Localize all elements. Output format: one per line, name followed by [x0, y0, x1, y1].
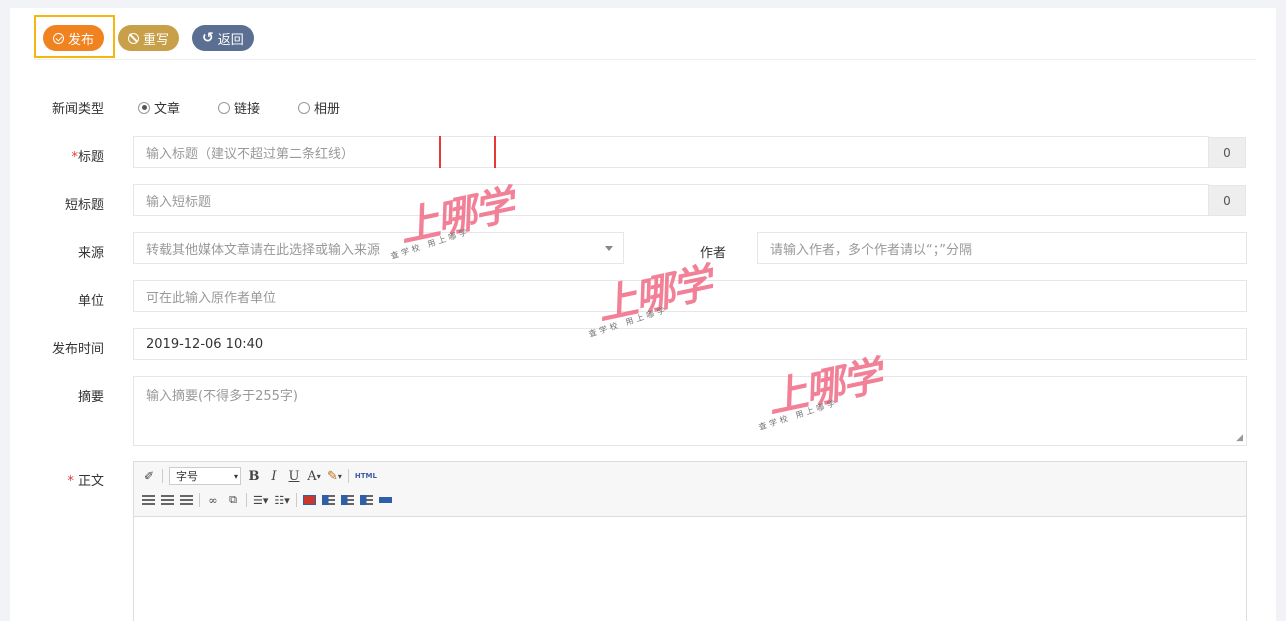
unlink-icon[interactable]: ⧉ — [226, 492, 240, 508]
font-size-select-label: 字号 — [176, 470, 198, 483]
undo-icon: ↺ — [202, 30, 214, 46]
radio-article[interactable]: 文章 — [138, 98, 180, 117]
publish-time-input[interactable]: 2019-12-06 10:40 — [133, 328, 1247, 360]
image-block-icon[interactable] — [378, 497, 392, 503]
short-title-input[interactable]: 输入短标题 — [133, 184, 1209, 216]
radio-link-label: 链接 — [234, 102, 261, 117]
chevron-down-icon — [605, 246, 613, 251]
source-placeholder: 转载其他媒体文章请在此选择或输入来源 — [146, 242, 381, 258]
underline-button[interactable]: U — [287, 468, 301, 484]
publish-time-label: 发布时间 — [51, 342, 104, 357]
source-select[interactable]: 转载其他媒体文章请在此选择或输入来源 — [133, 232, 624, 264]
unit-label: 单位 — [77, 294, 104, 309]
divider — [162, 469, 163, 483]
align-right-icon[interactable] — [180, 495, 193, 505]
eraser-icon[interactable]: ✐ — [142, 468, 156, 484]
image-center-icon[interactable] — [359, 495, 373, 505]
source-label: 来源 — [77, 246, 104, 261]
unordered-list-icon[interactable]: ☷▾ — [274, 492, 289, 508]
radio-unchecked-icon — [218, 101, 231, 114]
reset-button[interactable]: 重写 — [118, 25, 180, 51]
summary-label: 摘要 — [77, 390, 104, 405]
check-circle-icon — [53, 32, 64, 44]
editor-toolbar-row-1: ✐ 字号 ▾ B I U A ▾ ✎ ▾ HTML — [142, 467, 377, 485]
title-input-placeholder: 输入标题（建议不超过第二条红线） — [146, 146, 355, 162]
author-placeholder: 请输入作者，多个作者请以“；”分隔 — [770, 242, 972, 258]
publish-time-value: 2019-12-06 10:40 — [146, 336, 264, 352]
back-button[interactable]: ↺ 返回 — [192, 25, 254, 51]
editor-toolbar-row-2: ∞ ⧉ ☰▾ ☷▾ — [142, 492, 392, 508]
ordered-list-icon[interactable]: ☰▾ — [253, 492, 268, 508]
short-title-placeholder: 输入短标题 — [146, 194, 212, 210]
body-label-text: 正文 — [77, 474, 104, 489]
first-red-line — [439, 136, 441, 168]
divider — [199, 493, 200, 507]
highlight-color-button[interactable]: ✎ ▾ — [327, 468, 342, 484]
title-label: *标题 — [0, 146, 104, 165]
news-type-label: 新闻类型 — [51, 102, 104, 117]
required-mark: * — [67, 474, 74, 489]
radio-link[interactable]: 链接 — [218, 98, 260, 117]
short-title-label: 短标题 — [64, 198, 104, 213]
radio-unchecked-icon — [298, 101, 311, 114]
radio-article-label: 文章 — [154, 102, 181, 117]
author-input[interactable]: 请输入作者，多个作者请以“；”分隔 — [757, 232, 1247, 264]
highlighter-icon: ✎ — [327, 468, 338, 484]
unit-input[interactable]: 可在此输入原作者单位 — [133, 280, 1247, 312]
chevron-down-icon: ▾ — [337, 471, 342, 481]
reset-button-label: 重写 — [143, 32, 170, 48]
radio-album[interactable]: 相册 — [298, 98, 340, 117]
html-source-button[interactable]: HTML — [355, 472, 377, 480]
news-type-radio-group: 文章 链接 相册 — [138, 98, 378, 117]
back-button-label: 返回 — [217, 32, 244, 48]
title-char-counter: 0 — [1208, 137, 1246, 168]
publish-button-label: 发布 — [68, 32, 95, 48]
unit-placeholder: 可在此输入原作者单位 — [146, 290, 277, 306]
link-icon[interactable]: ∞ — [206, 492, 220, 508]
ban-icon — [128, 32, 139, 44]
insert-image-icon[interactable] — [302, 495, 316, 505]
bold-button[interactable]: B — [247, 468, 261, 484]
title-input[interactable]: 输入标题（建议不超过第二条红线） — [133, 136, 1209, 168]
divider — [347, 469, 349, 483]
divider — [295, 493, 297, 507]
editor-content-area[interactable] — [134, 517, 1246, 621]
font-size-select[interactable]: 字号 ▾ — [169, 467, 241, 485]
body-label: * 正文 — [0, 470, 104, 489]
second-red-line — [494, 136, 496, 168]
font-color-label: A — [307, 468, 317, 484]
radio-checked-icon — [138, 101, 150, 114]
short-title-char-counter: 0 — [1208, 185, 1246, 216]
author-label: 作者 — [700, 246, 727, 261]
radio-album-label: 相册 — [314, 102, 341, 117]
action-toolbar: 发布 重写 ↺ 返回 — [34, 8, 1256, 60]
image-left-icon[interactable] — [321, 495, 335, 505]
rich-text-editor: ✐ 字号 ▾ B I U A ▾ ✎ ▾ HTML ∞ ⧉ ☰▾ ☷▾ — [133, 461, 1247, 621]
summary-placeholder: 输入摘要(不得多于255字) — [146, 389, 298, 404]
align-center-icon[interactable] — [161, 495, 174, 505]
italic-button[interactable]: I — [267, 468, 281, 484]
image-right-icon[interactable] — [340, 495, 354, 505]
chevron-down-icon: ▾ — [233, 471, 238, 481]
publish-button[interactable]: 发布 — [43, 25, 105, 51]
align-left-icon[interactable] — [142, 495, 155, 505]
divider — [246, 493, 247, 507]
summary-textarea[interactable]: 输入摘要(不得多于255字) ◢ — [133, 376, 1247, 446]
editor-toolbar: ✐ 字号 ▾ B I U A ▾ ✎ ▾ HTML ∞ ⧉ ☰▾ ☷▾ — [134, 462, 1246, 517]
title-label-text: 标题 — [77, 150, 104, 165]
chevron-down-icon: ▾ — [316, 471, 321, 481]
resize-handle-icon[interactable]: ◢ — [1236, 433, 1243, 443]
font-color-button[interactable]: A ▾ — [307, 468, 321, 484]
